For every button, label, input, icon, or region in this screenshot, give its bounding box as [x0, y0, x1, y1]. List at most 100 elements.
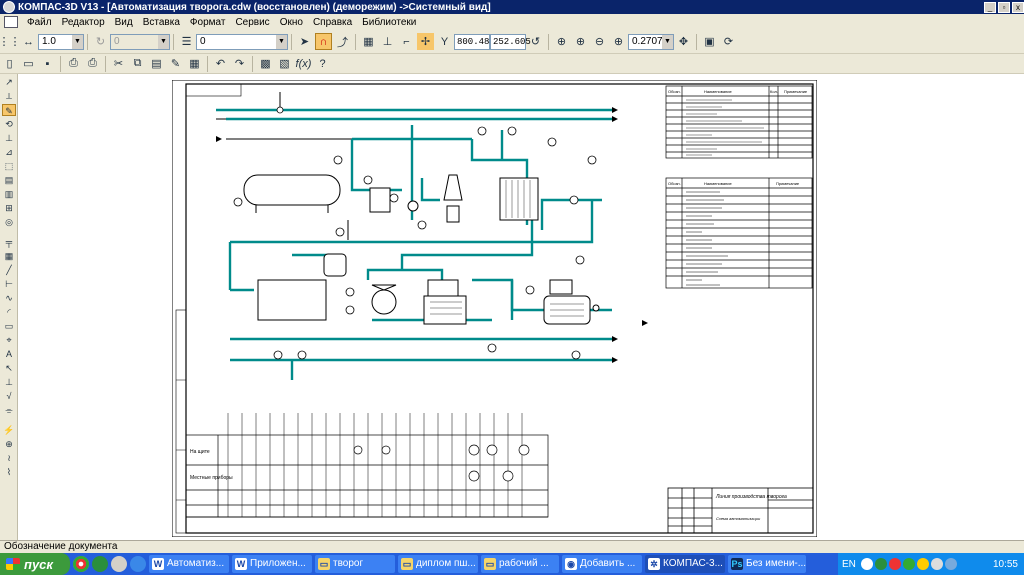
zoom-in-icon[interactable]: ⊕	[572, 33, 589, 50]
arrow-icon[interactable]: ➤	[296, 33, 313, 50]
battery-tray-icon[interactable]	[944, 558, 957, 570]
cut-icon[interactable]: ✂	[110, 55, 127, 72]
window-titlebar[interactable]: КОМПАС-3D V13 - [Автоматизация творога.c…	[0, 0, 1024, 14]
zoom-select[interactable]: 0.2707 ▼	[628, 33, 674, 50]
round-icon[interactable]: ⤴	[334, 33, 351, 50]
drawing-canvas[interactable]: На щите Местные приборы Обозн. Наименова…	[18, 74, 1024, 540]
print-preview-icon[interactable]: ⎙	[65, 55, 82, 72]
properties-icon[interactable]: ✎	[167, 55, 184, 72]
taskbar-button-photoshop[interactable]: Ps Без имени-...	[728, 555, 806, 573]
step-select[interactable]: 0 ▼	[110, 33, 170, 50]
coord-y-field[interactable]: 252.605	[490, 33, 531, 50]
chevron-down-icon[interactable]: ▼	[662, 34, 673, 49]
antivirus-tray-icon[interactable]	[888, 558, 901, 570]
spec-icon[interactable]: ▤	[2, 174, 16, 186]
break-icon[interactable]: ⌇	[2, 466, 16, 478]
macro-icon[interactable]: ◎	[2, 216, 16, 228]
menu-window[interactable]: Окно	[275, 17, 308, 28]
chevron-down-icon[interactable]: ▼	[158, 34, 169, 49]
quicklaunch-icon[interactable]	[111, 556, 127, 572]
skype-tray-icon[interactable]	[874, 558, 887, 570]
hatch-icon[interactable]: ▦	[2, 250, 16, 262]
scale-select[interactable]: 1.0 ▼	[38, 33, 84, 50]
chrome-icon[interactable]	[73, 556, 89, 572]
center-icon[interactable]: ⊕	[2, 438, 16, 450]
local-cs-icon[interactable]: ⌐	[398, 33, 415, 50]
roughness-icon[interactable]: √	[2, 390, 16, 402]
chevron-down-icon[interactable]: ▼	[276, 34, 287, 49]
zoom-scale-icon[interactable]: ⊕	[610, 33, 627, 50]
notation-icon[interactable]: ✎	[2, 104, 16, 116]
menu-service[interactable]: Сервис	[230, 17, 274, 28]
show-all-icon[interactable]: ▣	[701, 33, 718, 50]
drawing-sheet[interactable]: На щите Местные приборы Обозн. Наименова…	[172, 80, 817, 537]
aux-icon[interactable]: ⌖	[2, 334, 16, 346]
zoom-out-icon[interactable]: ⊖	[591, 33, 608, 50]
menu-libraries[interactable]: Библиотеки	[357, 17, 421, 28]
rect-icon[interactable]: ▭	[2, 320, 16, 332]
reports-icon[interactable]: ▥	[2, 188, 16, 200]
help-tray-icon[interactable]	[860, 558, 873, 570]
zoom-window-icon[interactable]: ⊕	[553, 33, 570, 50]
menu-view[interactable]: Вид	[110, 17, 138, 28]
snap-icon[interactable]: ∩	[315, 33, 332, 50]
copy-icon[interactable]: ⧉	[129, 55, 146, 72]
open-folder-icon[interactable]: ▭	[20, 55, 37, 72]
new-document-icon[interactable]: ▯	[1, 55, 18, 72]
edit-icon[interactable]: ⟲	[2, 118, 16, 130]
library-manager-icon[interactable]: ▩	[257, 55, 274, 72]
taskbar-button-word-1[interactable]: W Автоматиз...	[149, 555, 229, 573]
taskbar-button-word-2[interactable]: W Приложен...	[232, 555, 312, 573]
insert-icon[interactable]: ⊞	[2, 202, 16, 214]
update-tray-icon[interactable]	[930, 558, 943, 570]
coord-x-field[interactable]: 800.484	[454, 33, 495, 50]
skype-icon[interactable]	[92, 556, 108, 572]
redraw-icon[interactable]: ⟳	[720, 33, 737, 50]
fx-icon[interactable]: f(x)	[295, 55, 312, 72]
refresh-icon[interactable]: ↺	[527, 33, 544, 50]
start-button[interactable]: пуск	[0, 553, 70, 575]
close-button[interactable]: x	[1012, 1, 1024, 13]
segment-icon[interactable]: ╱	[2, 264, 16, 276]
measure-icon[interactable]: ⊿	[2, 146, 16, 158]
language-indicator[interactable]: EN	[842, 559, 856, 570]
lightning-icon[interactable]: ⚡	[2, 424, 16, 436]
leader-icon[interactable]: ↖	[2, 362, 16, 374]
grid-snap-icon[interactable]: ⋮⋮	[0, 33, 21, 50]
help-pointer-icon[interactable]: ?	[314, 55, 331, 72]
cursor-snap-icon[interactable]: ✢	[417, 33, 434, 50]
print-icon[interactable]: ⎙	[84, 55, 101, 72]
arc-icon[interactable]: ◜	[2, 306, 16, 318]
polyline-icon[interactable]: ⊢	[2, 278, 16, 290]
geometry-icon[interactable]: ↗	[2, 76, 16, 88]
variables-icon[interactable]: ▧	[276, 55, 293, 72]
maximize-button[interactable]: ▫	[998, 1, 1010, 13]
taskbar-button-chrome[interactable]: ◉ Добавить ...	[562, 555, 642, 573]
menu-help[interactable]: Справка	[308, 17, 357, 28]
menu-insert[interactable]: Вставка	[138, 17, 185, 28]
volume-tray-icon[interactable]	[916, 558, 929, 570]
taskbar-button-kompas[interactable]: ✲ КОМПАС-3...	[645, 555, 725, 573]
taskbar-button-folder-3[interactable]: ▭ рабочий ...	[481, 555, 559, 573]
redo-icon[interactable]: ↷	[231, 55, 248, 72]
taskbar-button-folder-2[interactable]: ▭ диплом пш...	[398, 555, 478, 573]
layers-icon[interactable]: ☰	[178, 33, 195, 50]
paste-icon[interactable]: ▤	[148, 55, 165, 72]
parametrize-icon[interactable]: ⊥	[2, 132, 16, 144]
tolerance-icon[interactable]: ⌯	[2, 404, 16, 416]
text-icon[interactable]: A	[2, 348, 16, 360]
layer-select[interactable]: 0 ▼	[196, 33, 288, 50]
chevron-down-icon[interactable]: ▼	[72, 34, 83, 49]
document-manager-icon[interactable]: ▦	[186, 55, 203, 72]
point-icon[interactable]: ╤	[2, 236, 16, 248]
dimension-icon[interactable]: ⟂	[2, 90, 16, 102]
base-icon[interactable]: ⊥	[2, 376, 16, 388]
wave-icon[interactable]: ≀	[2, 452, 16, 464]
select-icon[interactable]: ⬚	[2, 160, 16, 172]
spline-icon[interactable]: ∿	[2, 292, 16, 304]
pan-icon[interactable]: ✥	[675, 33, 692, 50]
grid-icon[interactable]: ▦	[360, 33, 377, 50]
minimize-button[interactable]: _	[984, 1, 996, 13]
ie-icon[interactable]	[130, 556, 146, 572]
taskbar-button-folder-1[interactable]: ▭ творог	[315, 555, 395, 573]
